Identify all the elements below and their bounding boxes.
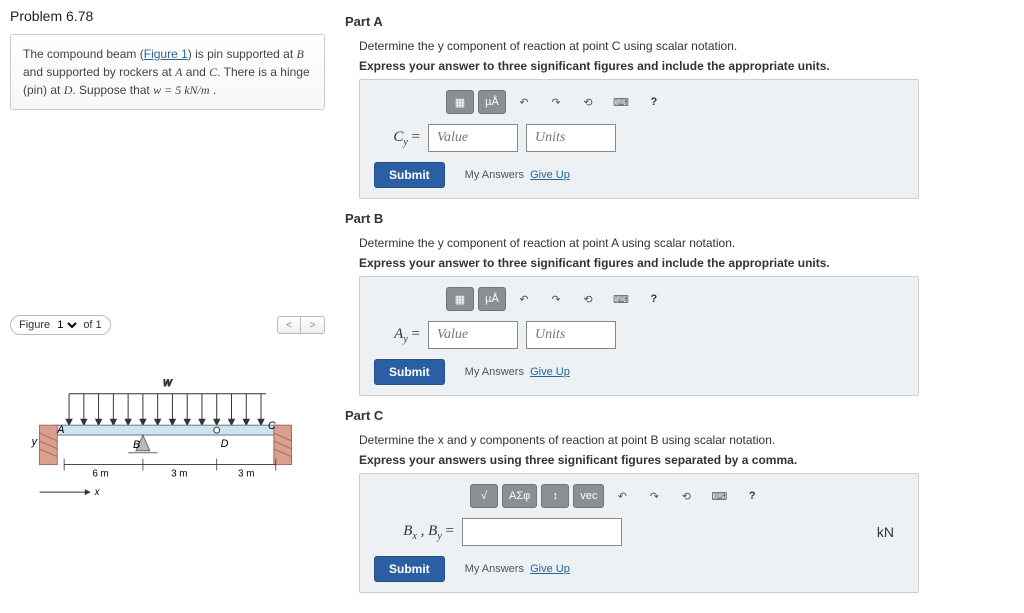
give-up-link[interactable]: Give Up <box>530 366 570 378</box>
svg-text:D: D <box>221 438 229 450</box>
reset-icon[interactable]: ⟲ <box>574 287 602 311</box>
svg-text:6 m: 6 m <box>92 468 108 479</box>
value-input[interactable] <box>428 124 518 152</box>
answer-links: My Answers Give Up <box>465 563 570 575</box>
help-icon[interactable]: ? <box>640 287 668 311</box>
redo-icon[interactable]: ↷ <box>640 484 668 508</box>
updown-icon[interactable]: ↕ <box>541 484 569 508</box>
answer-box: ▦ µÅ ↶ ↷ ⟲ ⌨ ? Ay = Submit My Answers <box>359 276 919 396</box>
text: The compound beam ( <box>23 47 144 61</box>
svg-text:3 m: 3 m <box>171 468 187 479</box>
part-title: Part B <box>345 211 1014 226</box>
part-instructions: Express your answers using three signifi… <box>359 453 1014 467</box>
sigma-button[interactable]: ΑΣφ <box>502 484 537 508</box>
give-up-link[interactable]: Give Up <box>530 169 570 181</box>
figure-label: Figure <box>19 319 50 331</box>
svg-text:A: A <box>56 424 64 436</box>
undo-icon[interactable]: ↶ <box>608 484 636 508</box>
text: . <box>210 83 217 97</box>
answer-links: My Answers Give Up <box>465 169 570 181</box>
units-input[interactable] <box>526 124 616 152</box>
undo-icon[interactable]: ↶ <box>510 287 538 311</box>
reset-icon[interactable]: ⟲ <box>574 90 602 114</box>
my-answers-label: My Answers <box>465 563 524 575</box>
my-answers-label: My Answers <box>465 366 524 378</box>
text: and <box>182 65 209 79</box>
answer-links: My Answers Give Up <box>465 366 570 378</box>
keyboard-icon[interactable]: ⌨ <box>606 90 636 114</box>
value-input[interactable] <box>428 321 518 349</box>
part-B: Part B Determine the y component of reac… <box>345 211 1014 396</box>
fig-w: w <box>163 375 173 389</box>
text: and supported by rockers at <box>23 65 175 79</box>
part-C: Part C Determine the x and y components … <box>345 408 1014 593</box>
part-title: Part C <box>345 408 1014 423</box>
figure-prev-button[interactable]: < <box>277 316 301 334</box>
submit-button[interactable]: Submit <box>374 359 445 385</box>
redo-icon[interactable]: ↷ <box>542 287 570 311</box>
redo-icon[interactable]: ↷ <box>542 90 570 114</box>
units-input[interactable] <box>526 321 616 349</box>
lhs-label: Ay = <box>374 326 420 345</box>
part-instructions: Express your answer to three significant… <box>359 256 1014 270</box>
svg-text:3 m: 3 m <box>238 468 254 479</box>
vec-button[interactable]: vec <box>573 484 604 508</box>
svg-text:C: C <box>268 420 276 432</box>
submit-button[interactable]: Submit <box>374 162 445 188</box>
figure-selector[interactable]: Figure 1 of 1 <box>10 315 111 335</box>
part-instructions: Express your answer to three significant… <box>359 59 1014 73</box>
figure-link[interactable]: Figure 1 <box>144 47 188 61</box>
text: ) is pin supported at <box>188 47 297 61</box>
undo-icon[interactable]: ↶ <box>510 90 538 114</box>
keyboard-icon[interactable]: ⌨ <box>606 287 636 311</box>
var-w: w = 5 kN/m <box>153 83 209 97</box>
part-prompt: Determine the y component of reaction at… <box>359 39 1014 53</box>
var-C: C <box>209 65 217 79</box>
svg-text:B: B <box>133 439 140 451</box>
figure-select[interactable]: 1 <box>53 318 80 332</box>
units-button[interactable]: µÅ <box>478 90 506 114</box>
svg-text:y: y <box>31 436 38 448</box>
help-icon[interactable]: ? <box>738 484 766 508</box>
give-up-link[interactable]: Give Up <box>530 563 570 575</box>
svg-text:x: x <box>94 487 101 498</box>
var-B: B <box>297 47 304 61</box>
submit-button[interactable]: Submit <box>374 556 445 582</box>
value-input[interactable] <box>462 518 622 546</box>
my-answers-label: My Answers <box>465 169 524 181</box>
part-prompt: Determine the y component of reaction at… <box>359 236 1014 250</box>
problem-title: Problem 6.78 <box>10 8 325 24</box>
part-A: Part A Determine the y component of reac… <box>345 14 1014 199</box>
templates-icon[interactable]: ▦ <box>446 287 474 311</box>
unit-label: kN <box>877 524 894 540</box>
part-prompt: Determine the x and y components of reac… <box>359 433 1014 447</box>
templates-icon[interactable]: ▦ <box>446 90 474 114</box>
sqrt-icon[interactable]: √ <box>470 484 498 508</box>
figure-image: w <box>10 353 325 523</box>
lhs-label: Cy = <box>374 129 420 148</box>
problem-statement: The compound beam (Figure 1) is pin supp… <box>10 34 325 110</box>
answer-box: ▦ µÅ ↶ ↷ ⟲ ⌨ ? Cy = Submit My Answers <box>359 79 919 199</box>
units-button[interactable]: µÅ <box>478 287 506 311</box>
answer-box: √ ΑΣφ ↕ vec ↶ ↷ ⟲ ⌨ ? Bx , By = kN Submi… <box>359 473 919 593</box>
reset-icon[interactable]: ⟲ <box>672 484 700 508</box>
part-title: Part A <box>345 14 1014 29</box>
lhs-label: Bx , By = <box>374 523 454 542</box>
figure-next-button[interactable]: > <box>301 316 325 334</box>
keyboard-icon[interactable]: ⌨ <box>704 484 734 508</box>
figure-of: of 1 <box>83 319 101 331</box>
text: . Suppose that <box>72 83 153 97</box>
help-icon[interactable]: ? <box>640 90 668 114</box>
